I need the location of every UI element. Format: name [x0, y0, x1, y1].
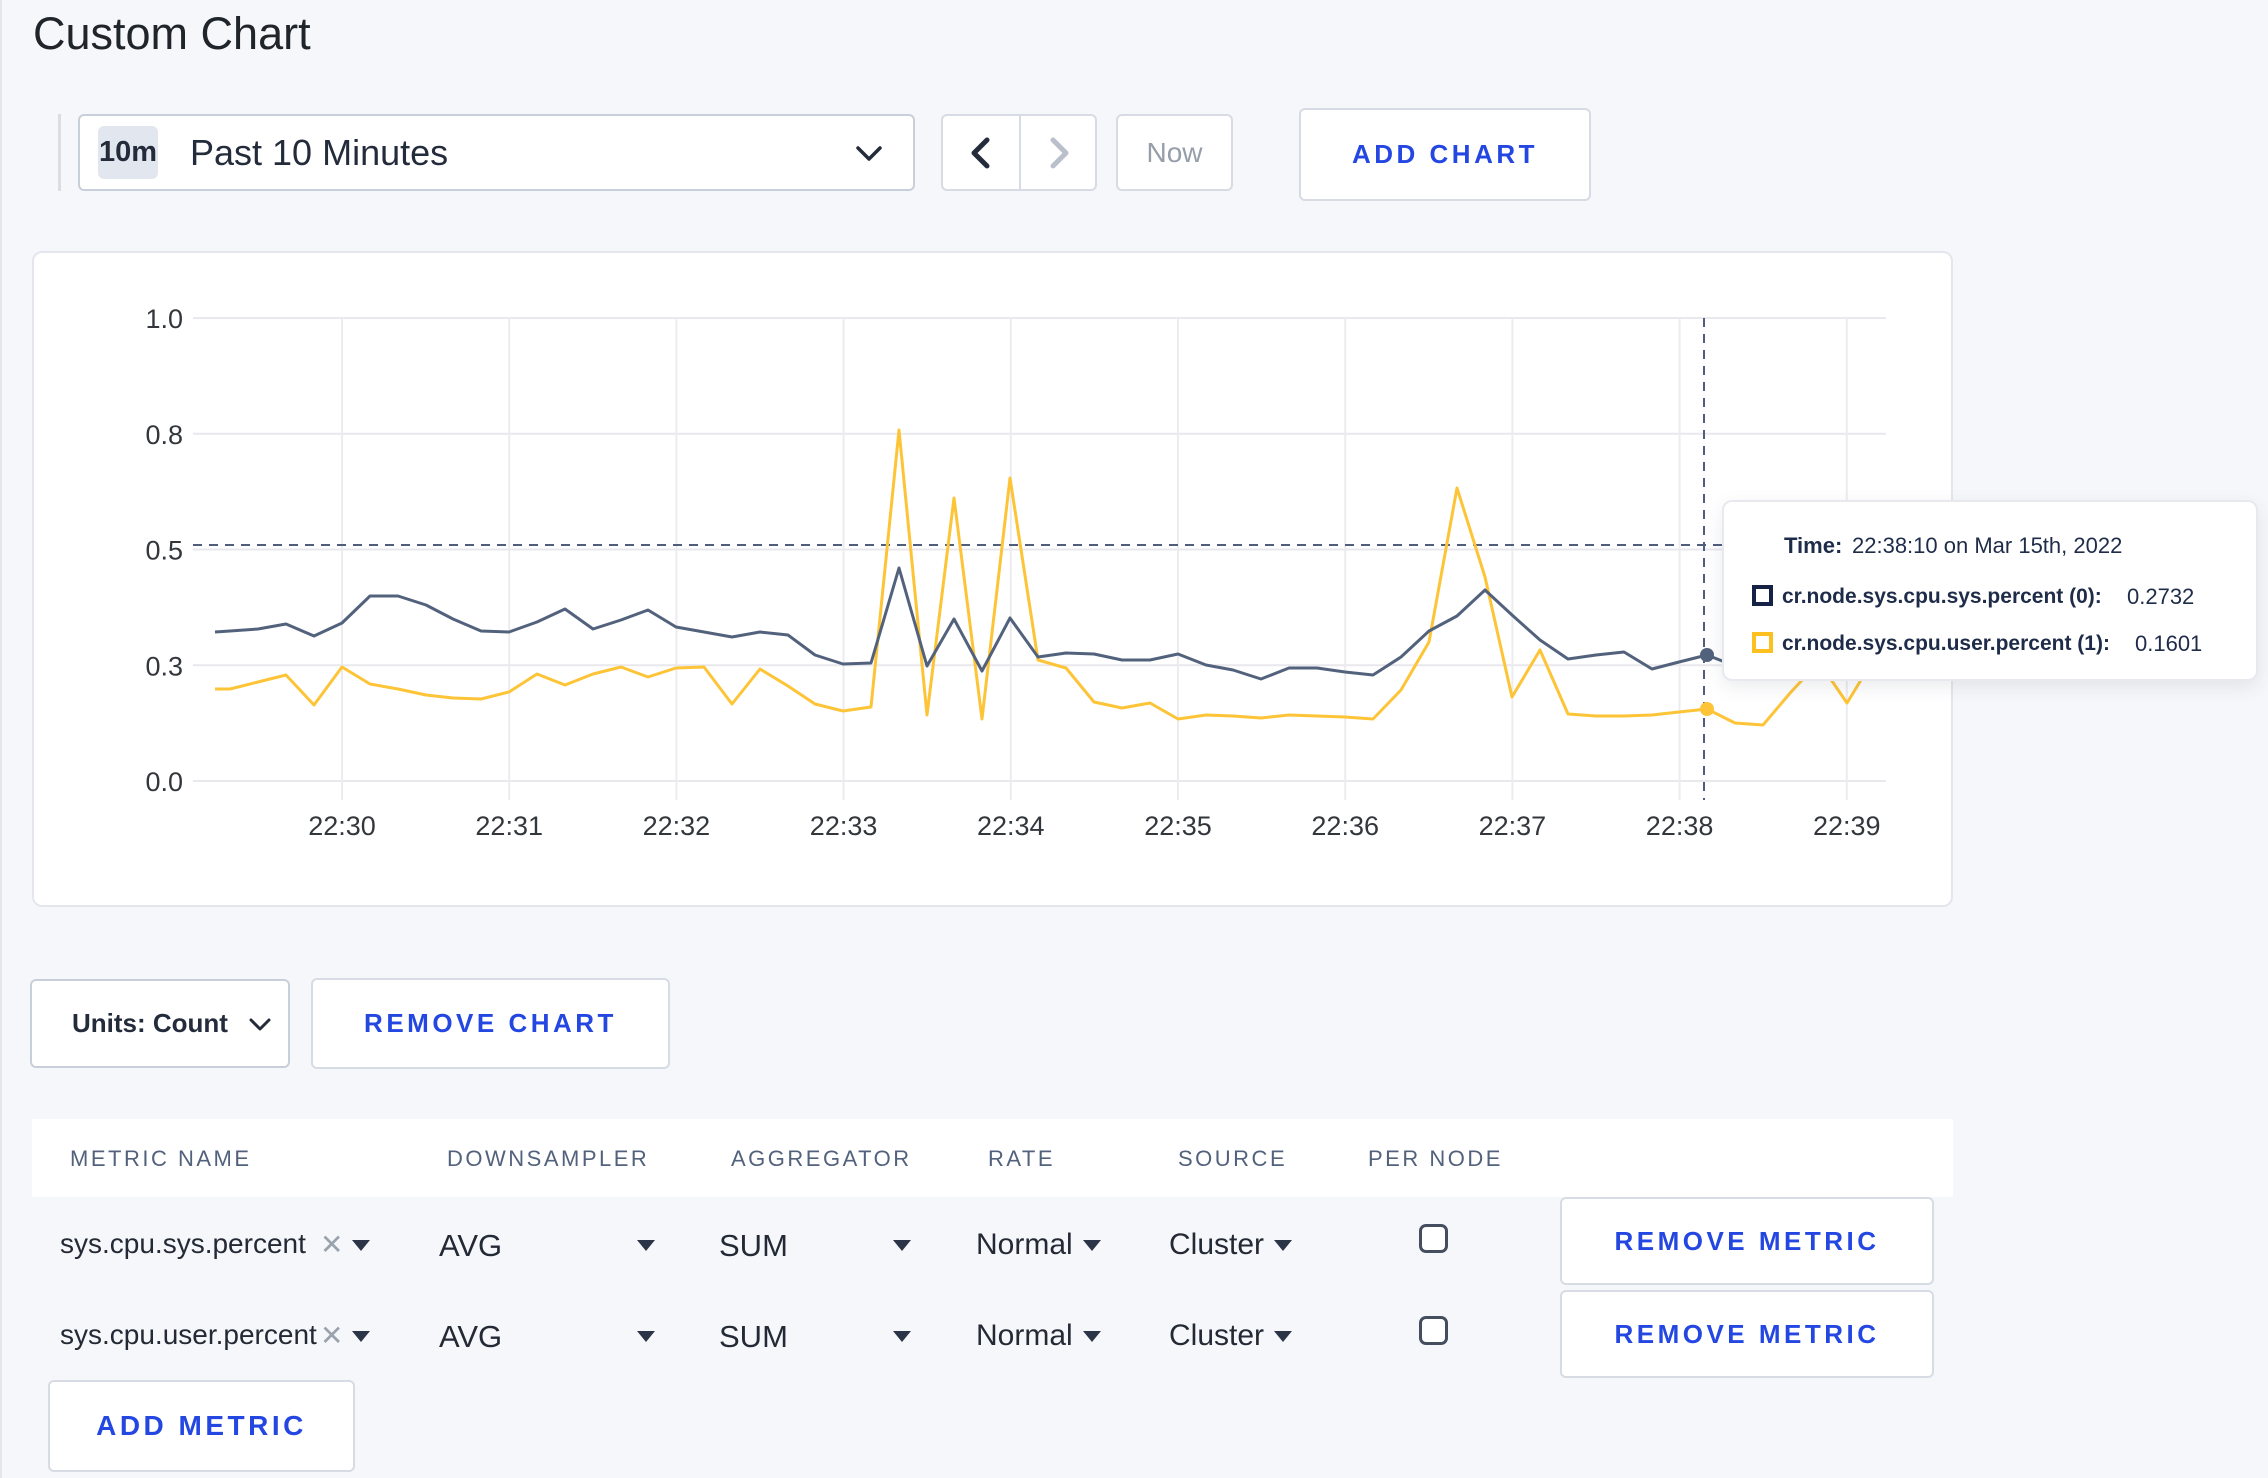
- svg-text:0.3: 0.3: [145, 651, 183, 681]
- svg-text:22:32: 22:32: [643, 811, 711, 841]
- svg-text:0.0: 0.0: [145, 767, 183, 797]
- svg-text:22:34: 22:34: [977, 811, 1045, 841]
- svg-text:0.8: 0.8: [145, 420, 183, 450]
- svg-text:22:30: 22:30: [308, 811, 376, 841]
- svg-text:22:33: 22:33: [810, 811, 878, 841]
- svg-text:22:37: 22:37: [1479, 811, 1547, 841]
- svg-text:22:39: 22:39: [1813, 811, 1881, 841]
- svg-text:22:38: 22:38: [1646, 811, 1714, 841]
- svg-text:22:35: 22:35: [1144, 811, 1212, 841]
- svg-text:1.0: 1.0: [145, 304, 183, 334]
- svg-text:22:36: 22:36: [1311, 811, 1379, 841]
- svg-text:22:31: 22:31: [475, 811, 543, 841]
- svg-text:0.5: 0.5: [145, 536, 183, 566]
